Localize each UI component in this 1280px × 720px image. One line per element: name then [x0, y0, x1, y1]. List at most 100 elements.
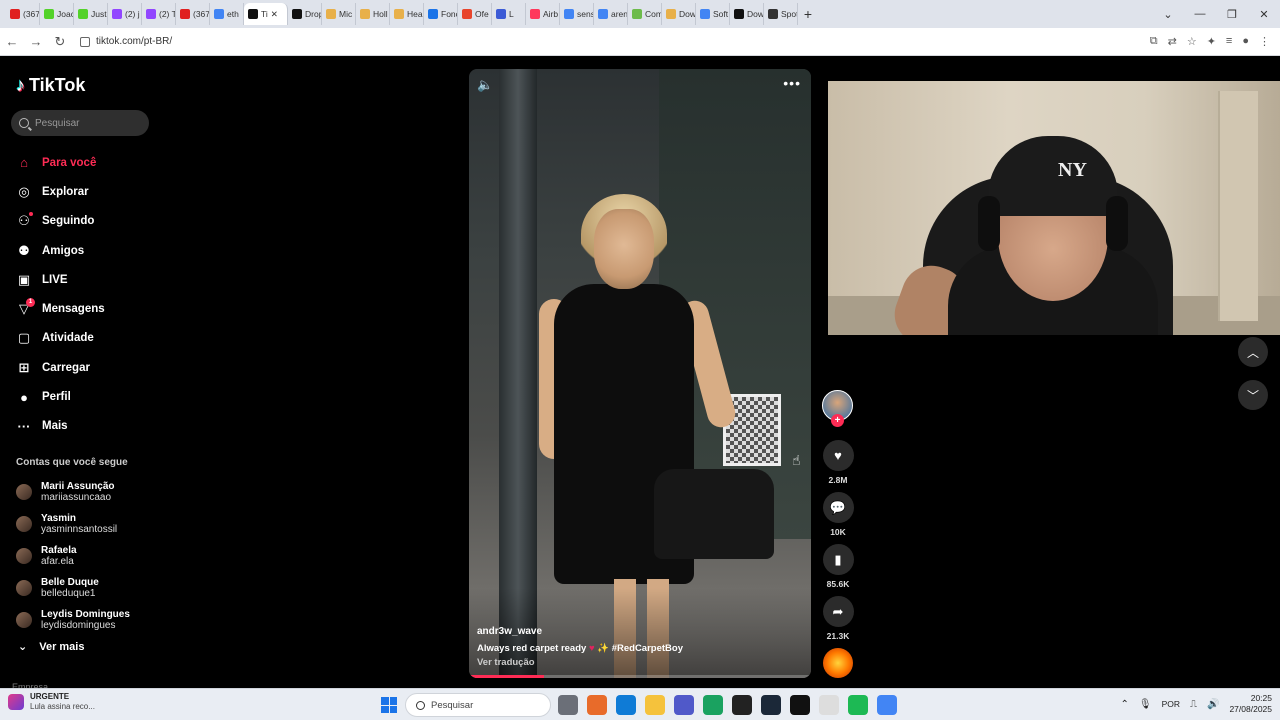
share-action[interactable]: ➦ 21.3K: [822, 596, 854, 641]
reload-button[interactable]: ↻: [48, 34, 72, 50]
browser-tab[interactable]: (367: [176, 3, 210, 25]
taskbar-app-icon[interactable]: [703, 695, 723, 715]
tab-search-icon[interactable]: ⌄: [1152, 8, 1184, 21]
forward-button[interactable]: →: [24, 34, 48, 49]
browser-tab[interactable]: Joac: [40, 3, 74, 25]
bookmark-star-icon[interactable]: ☆: [1187, 35, 1197, 48]
browser-tab[interactable]: Com: [628, 3, 662, 25]
browser-tab[interactable]: (2) T: [142, 3, 176, 25]
taskbar-app-icon[interactable]: [558, 695, 578, 715]
like-action[interactable]: ♥ 2.8M: [822, 440, 854, 485]
more-options-icon[interactable]: •••: [783, 75, 801, 91]
browser-menu-icon[interactable]: ⋮: [1259, 35, 1270, 48]
comment-icon[interactable]: 💬: [822, 492, 854, 523]
browser-tab[interactable]: Soft: [696, 3, 730, 25]
install-app-icon[interactable]: ⧉: [1150, 35, 1158, 48]
browser-tab[interactable]: Drop: [288, 3, 322, 25]
follow-button[interactable]: +: [831, 414, 844, 427]
minimize-button[interactable]: —: [1184, 8, 1216, 20]
clock[interactable]: 20:25 27/08/2025: [1229, 693, 1272, 715]
close-tab-icon[interactable]: ✕: [271, 9, 278, 20]
taskbar-app-icon[interactable]: [819, 695, 839, 715]
browser-tab[interactable]: Dow: [662, 3, 696, 25]
previous-video-button[interactable]: ︿: [1238, 337, 1268, 367]
followed-account[interactable]: Rafaela afar.ela: [16, 540, 130, 572]
browser-tab[interactable]: sens: [560, 3, 594, 25]
menu-item-friends[interactable]: ⚉ Amigos: [16, 236, 105, 265]
tiktok-logo[interactable]: ♪ TikTok: [16, 75, 85, 96]
browser-tab[interactable]: (2) j: [108, 3, 142, 25]
heart-icon[interactable]: ♥: [822, 440, 854, 471]
taskbar-app-icon[interactable]: [877, 695, 897, 715]
taskbar-app-icon[interactable]: [616, 695, 636, 715]
chevron-up-icon[interactable]: ⌃: [1120, 699, 1128, 710]
browser-tab[interactable]: Dow: [730, 3, 764, 25]
reading-list-icon[interactable]: ≡: [1226, 35, 1232, 48]
profile-avatar-icon[interactable]: ●: [1242, 35, 1249, 48]
menu-item-upload[interactable]: ⊞ Carregar: [16, 353, 105, 382]
browser-tab[interactable]: (367: [6, 3, 40, 25]
browser-tab[interactable]: Spot: [764, 3, 798, 25]
browser-tab[interactable]: Ti ✕: [244, 3, 288, 25]
browser-tab[interactable]: Fonc: [424, 3, 458, 25]
translate-icon[interactable]: ⇄: [1168, 35, 1177, 48]
followed-account[interactable]: Belle Duque belleduque1: [16, 572, 130, 604]
browser-tab[interactable]: Hea: [390, 3, 424, 25]
news-widget[interactable]: URGENTE Lula assina reco...: [8, 692, 95, 712]
browser-tab[interactable]: Holl: [356, 3, 390, 25]
menu-item-messages[interactable]: ▽ 1 Mensagens: [16, 294, 105, 323]
search-input[interactable]: [35, 117, 135, 129]
taskbar-app-icon[interactable]: [848, 695, 868, 715]
menu-item-activity[interactable]: ▢ Atividade: [16, 324, 105, 353]
new-tab-button[interactable]: +: [798, 6, 818, 22]
save-action[interactable]: ▮ 85.6K: [822, 544, 854, 589]
menu-item-profile[interactable]: ● Perfil: [16, 382, 105, 411]
video-progress-bar[interactable]: [469, 675, 811, 678]
language-indicator[interactable]: POR: [1162, 699, 1180, 709]
menu-item-more[interactable]: ··· Mais: [16, 412, 105, 441]
see-more-button[interactable]: ⌄ Ver mais: [18, 640, 84, 654]
taskbar-app-icon[interactable]: [674, 695, 694, 715]
menu-item-following[interactable]: ⚇ Seguindo: [16, 207, 105, 236]
share-icon[interactable]: ➦: [822, 596, 854, 627]
taskbar-app-icon[interactable]: [790, 695, 810, 715]
maximize-button[interactable]: ❐: [1216, 8, 1248, 21]
browser-tab[interactable]: Airb: [526, 3, 560, 25]
hashtag-link[interactable]: #RedCarpetBoy: [612, 643, 683, 654]
followed-account[interactable]: Yasmin yasminnsantossil: [16, 508, 130, 540]
bookmark-icon[interactable]: ▮: [822, 544, 854, 575]
video-username[interactable]: andr3w_wave: [477, 626, 683, 637]
network-icon[interactable]: ⎍: [1190, 699, 1197, 710]
taskbar-search[interactable]: Pesquisar: [405, 693, 551, 717]
close-window-button[interactable]: ✕: [1248, 8, 1280, 21]
menu-item-live[interactable]: ▣ LIVE: [16, 265, 105, 294]
browser-tab[interactable]: eth: [210, 3, 244, 25]
browser-tab[interactable]: Mic: [322, 3, 356, 25]
url-field[interactable]: tiktok.com/pt-BR/: [80, 31, 1150, 53]
search-box[interactable]: [11, 110, 149, 136]
menu-item-home[interactable]: ⌂ Para você: [16, 148, 105, 177]
taskbar-app-icon[interactable]: [761, 695, 781, 715]
back-button[interactable]: ←: [0, 34, 24, 49]
menu-item-compass[interactable]: ◎ Explorar: [16, 177, 105, 206]
taskbar-app-icon[interactable]: [587, 695, 607, 715]
followed-account[interactable]: Marii Assunção mariiassuncaao: [16, 476, 130, 508]
volume-icon[interactable]: 🔈: [477, 77, 493, 93]
music-disc-icon[interactable]: [823, 648, 853, 678]
speaker-icon[interactable]: 🔊: [1207, 699, 1219, 710]
followed-account[interactable]: Leydis Domingues leydisdomingues: [16, 604, 130, 636]
site-info-icon[interactable]: [80, 36, 90, 47]
browser-tab[interactable]: Ofe: [458, 3, 492, 25]
video-player[interactable]: 🔈 ••• andr3w_wave Always red carpet read…: [469, 69, 811, 678]
next-video-button[interactable]: ﹀: [1238, 380, 1268, 410]
browser-tab[interactable]: aren: [594, 3, 628, 25]
taskbar-app-icon[interactable]: [732, 695, 752, 715]
browser-tab[interactable]: Just: [74, 3, 108, 25]
see-translation-link[interactable]: Ver tradução: [477, 657, 683, 668]
browser-tab[interactable]: L: [492, 3, 526, 25]
windows-start-icon[interactable]: [381, 697, 397, 713]
comment-action[interactable]: 💬 10K: [822, 492, 854, 537]
taskbar-app-icon[interactable]: [645, 695, 665, 715]
extensions-icon[interactable]: ✦: [1207, 35, 1216, 48]
microphone-icon[interactable]: 🎙: [1139, 699, 1152, 710]
